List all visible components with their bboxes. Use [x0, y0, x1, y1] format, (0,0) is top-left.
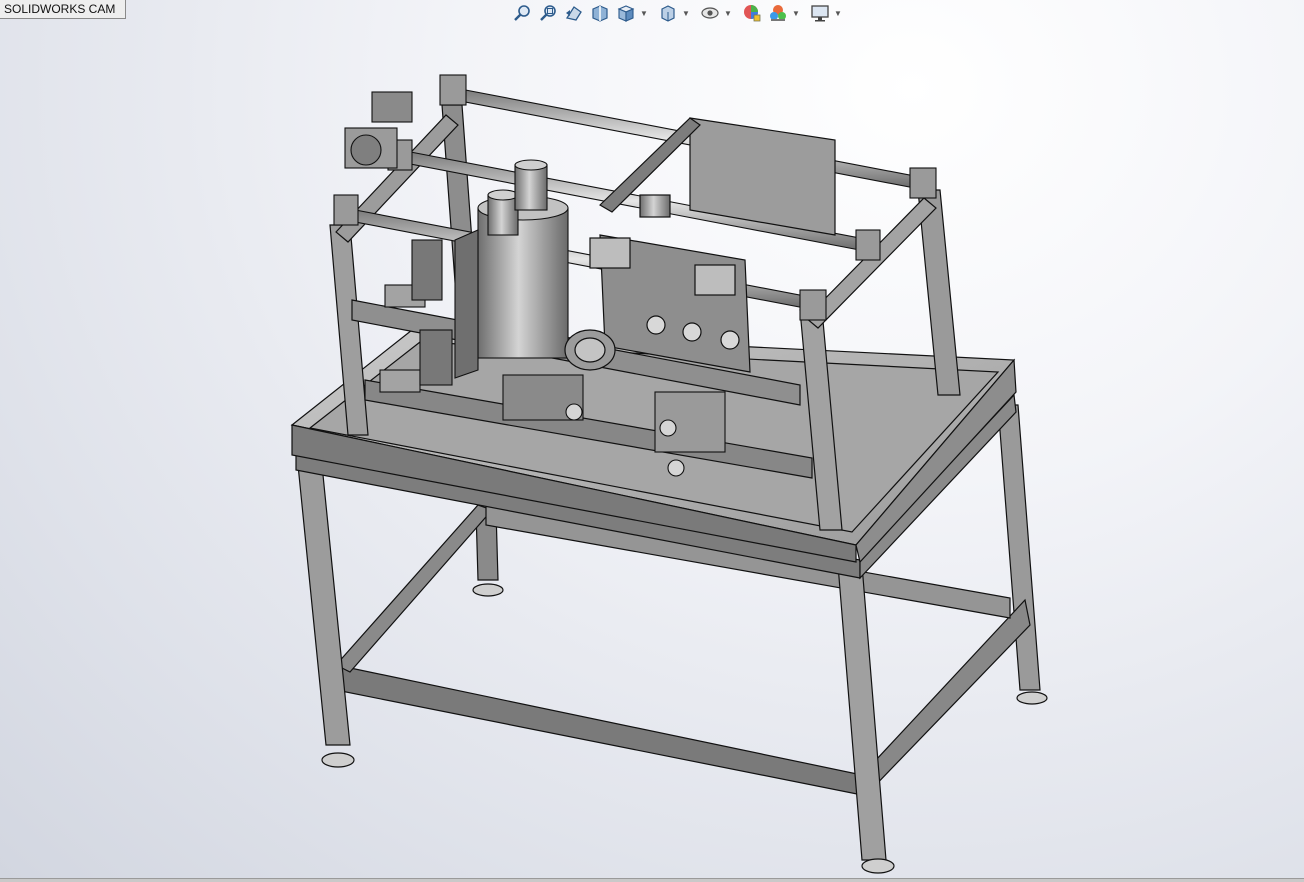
- carriage-plate: [564, 117, 836, 373]
- graphics-area-3d-model[interactable]: [0, 0, 1304, 882]
- status-divider: [0, 878, 1304, 882]
